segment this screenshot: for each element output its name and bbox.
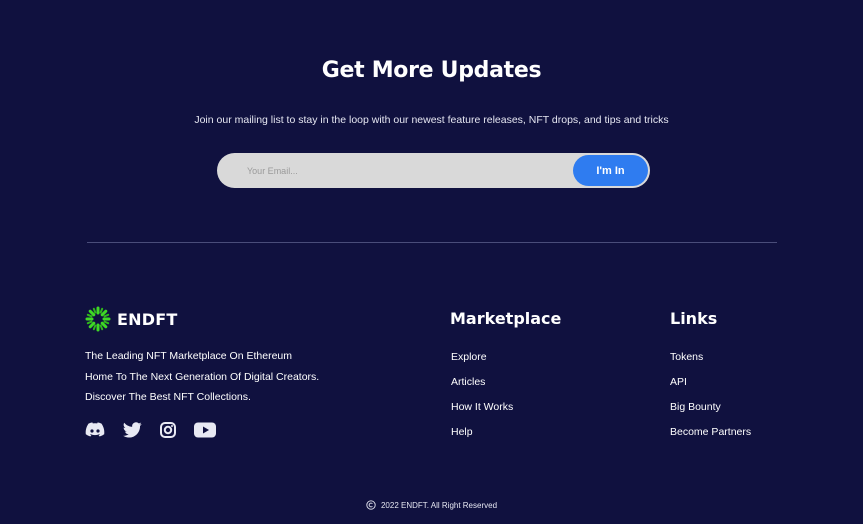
copyright: 2022 ENDFT. All Right Reserved [0,500,863,510]
sunburst-logo-icon [85,306,111,332]
divider [87,242,777,243]
links-link-tokens[interactable]: Tokens [670,351,703,363]
email-input[interactable] [247,153,567,188]
subscribe-form: I'm In [217,153,650,188]
twitter-icon[interactable] [123,422,142,438]
youtube-icon[interactable] [194,422,216,438]
links-link-api[interactable]: API [670,376,687,388]
marketplace-link-articles[interactable]: Articles [451,376,485,388]
newsletter-subtitle: Join our mailing list to stay in the loo… [194,114,669,126]
marketplace-link-how-it-works[interactable]: How It Works [451,401,513,413]
discord-icon[interactable] [85,422,105,438]
links-heading: Links [670,309,718,328]
brand-tagline-line: The Leading NFT Marketplace On Ethereum [85,350,292,362]
copyright-text: 2022 ENDFT. All Right Reserved [380,500,498,510]
links-link-big-bounty[interactable]: Big Bounty [670,401,721,413]
links-link-become-partners[interactable]: Become Partners [670,426,751,438]
marketplace-heading: Marketplace [450,309,562,328]
marketplace-link-explore[interactable]: Explore [451,351,487,363]
brand-tagline-line: Discover The Best NFT Collections. [85,391,251,403]
subscribe-button[interactable]: I'm In [573,155,648,186]
marketplace-link-help[interactable]: Help [451,426,473,438]
instagram-icon[interactable] [160,422,176,438]
brand-name: ENDFT [117,309,178,329]
newsletter-title: Get More Updates [321,58,542,83]
copyright-icon [366,500,376,510]
footer-page: Get More Updates Join our mailing list t… [0,0,863,524]
brand[interactable]: ENDFT [85,306,177,332]
social-links [85,422,234,438]
brand-tagline-line: Home To The Next Generation Of Digital C… [85,371,320,383]
